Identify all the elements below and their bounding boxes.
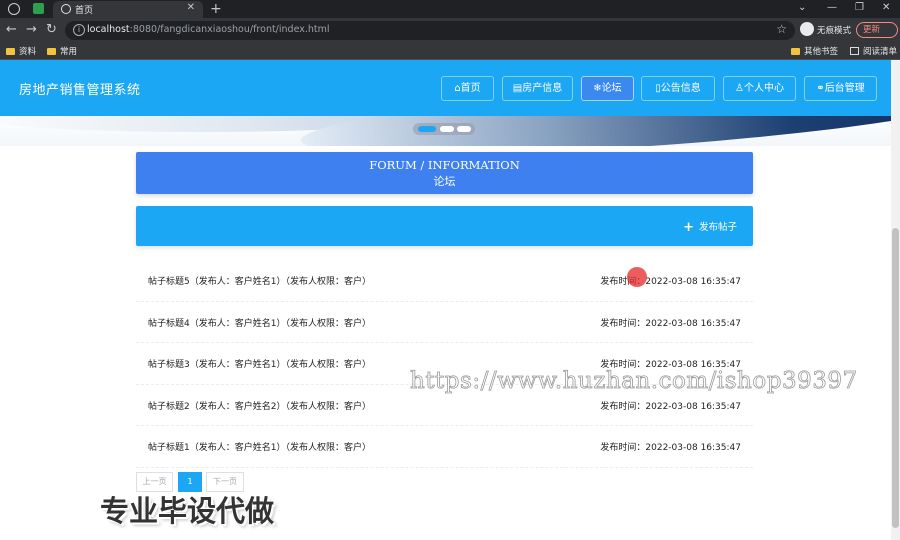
chevron-down-icon[interactable]: ⌄ [798,2,806,13]
list-item[interactable]: 帖子标题5（发布人：客户姓名1）（发布人权限：客户） 发布时间：2022-03-… [136,260,753,302]
reading-list-icon [850,47,859,55]
post-toolbar: + 发布帖子 [136,206,753,246]
plus-icon: + [683,220,694,235]
reload-icon[interactable]: ↻ [46,22,57,38]
post-list: 帖子标题5（发布人：客户姓名1）（发布人权限：客户） 发布时间：2022-03-… [136,260,753,468]
forward-icon[interactable]: → [26,22,37,38]
post-time: 发布时间：2022-03-08 16:35:47 [600,443,741,453]
back-icon[interactable]: ← [6,22,17,38]
address-bar: ← → ↻ i localhost:8080/fangdicanxiaoshou… [0,18,900,42]
bookmarks-bar: 资料 常用 其他书签 阅读清单 [0,42,900,60]
restore-icon[interactable]: ❐ [855,2,864,13]
post-time: 发布时间：2022-03-08 16:35:47 [600,277,741,287]
post-time: 发布时间：2022-03-08 16:35:47 [600,401,741,412]
star-icon[interactable]: ☆ [776,22,787,36]
nav-property-info[interactable]: ▤房产信息 [502,76,573,101]
globe-icon[interactable] [8,3,20,15]
post-time: 发布时间：2022-03-08 16:35:47 [600,318,741,329]
site-header: 房地产销售管理系统 ⌂首页 ▤房产信息 ❄论坛 ▯公告信息 ♙个人中心 ⚭后台管… [0,60,891,116]
forum-title-en: FORUM / INFORMATION [369,158,520,172]
site-title: 房地产销售管理系统 [19,83,141,98]
url-text: localhost:8080/fangdicanxiaoshou/front/i… [87,24,330,35]
update-button[interactable]: 更新 [856,22,898,38]
carousel-dot[interactable] [440,126,454,132]
bookmark-folder[interactable]: 常用 [47,45,77,57]
nav-personal-center[interactable]: ♙个人中心 [723,76,796,101]
watermark-text: 专业毕设代做 [100,494,275,528]
folder-icon [6,48,15,55]
building-icon: ▤ [512,83,523,94]
nav-admin[interactable]: ⚭后台管理 [804,76,877,101]
scrollbar-thumb[interactable] [892,228,899,528]
mouse-cursor-highlight [627,267,647,287]
post-title[interactable]: 帖子标题5（发布人：客户姓名1）（发布人权限：客户） [148,274,371,287]
carousel-dot[interactable] [457,126,471,132]
link-icon: ⚭ [816,83,825,94]
post-title[interactable]: 帖子标题4（发布人：客户姓名1）（发布人权限：客户） [148,316,371,329]
browser-tab-bar: 首页 ✕ + ⌄ — ❐ ✕ [0,0,900,18]
list-item[interactable]: 帖子标题4（发布人：客户姓名1）（发布人权限：客户） 发布时间：2022-03-… [136,302,753,343]
folder-icon [791,48,800,55]
nav-home[interactable]: ⌂首页 [441,76,494,101]
new-tab-icon[interactable]: + [210,0,222,18]
post-title[interactable]: 帖子标题3（发布人：客户姓名1）（发布人权限：客户） [148,357,371,370]
nav-announcements[interactable]: ▯公告信息 [641,76,715,101]
post-title[interactable]: 帖子标题2（发布人：客户姓名2）（发布人权限：客户） [148,399,371,412]
page-scrollbar[interactable] [891,60,900,540]
other-bookmarks[interactable]: 其他书签 [791,45,838,57]
forum-title-cn: 论坛 [433,175,456,188]
post-title[interactable]: 帖子标题1（发布人：客户姓名1）（发布人权限：客户） [148,440,371,453]
page-viewport: 房地产销售管理系统 ⌂首页 ▤房产信息 ❄论坛 ▯公告信息 ♙个人中心 ⚭后台管… [0,60,900,540]
snowflake-icon: ❄ [593,83,602,94]
banner-wave [298,116,891,146]
carousel-dot[interactable] [418,126,436,132]
minimize-icon[interactable]: — [827,2,837,13]
user-icon: ♙ [735,83,744,94]
watermark-url: https://www.huzhan.com/ishop39397 [410,368,858,395]
tab-title: 首页 [75,6,94,16]
publish-post-button[interactable]: + 发布帖子 [683,219,737,235]
bookmark-folder[interactable]: 资料 [6,45,36,57]
nav-forum[interactable]: ❄论坛 [581,76,634,101]
url-input[interactable]: i localhost:8080/fangdicanxiaoshou/front… [65,21,795,40]
info-icon[interactable]: i [73,24,85,36]
forum-heading: FORUM / INFORMATION 论坛 [136,152,753,194]
globe-icon [61,4,71,14]
incognito-label: 无痕模式 [817,26,852,36]
app-tab-icon[interactable] [33,3,44,14]
reading-list[interactable]: 阅读清单 [850,45,897,57]
close-icon[interactable]: ✕ [187,2,195,13]
incognito-icon[interactable] [800,22,814,36]
list-item[interactable]: 帖子标题1（发布人：客户姓名1）（发布人权限：客户） 发布时间：2022-03-… [136,426,753,468]
close-window-icon[interactable]: ✕ [882,2,890,13]
browser-tab[interactable]: 首页 ✕ [53,1,203,18]
carousel-indicators [413,123,475,135]
folder-icon [47,48,56,55]
